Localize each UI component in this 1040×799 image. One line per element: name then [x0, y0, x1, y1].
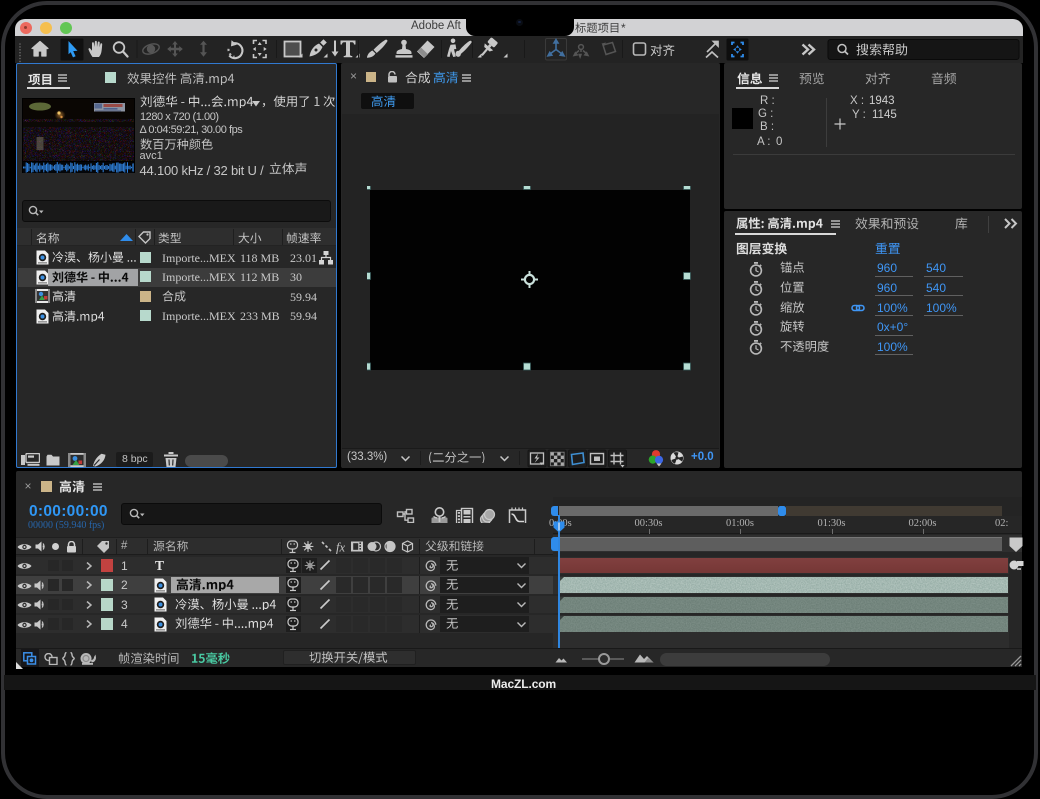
svg-text:fx: fx	[336, 540, 345, 554]
